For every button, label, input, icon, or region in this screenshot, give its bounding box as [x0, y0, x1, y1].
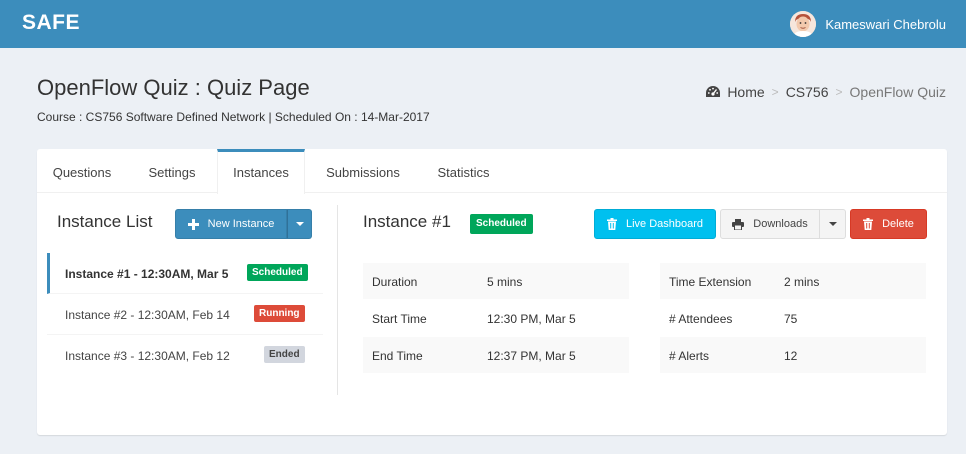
table-value: 5 mins: [487, 275, 523, 289]
delete-button[interactable]: Delete: [850, 209, 927, 239]
table-key: Duration: [372, 275, 418, 289]
avatar[interactable]: [790, 11, 817, 37]
table-key: # Alerts: [669, 349, 710, 363]
instance-timing-table: Duration 5 mins Start Time 12:30 PM, Mar…: [363, 263, 629, 374]
new-instance-dropdown-toggle[interactable]: [287, 209, 312, 239]
instance-list: Instance #1 - 12:30AM, Mar 5 Scheduled I…: [47, 253, 323, 376]
instance-label: Instance #1 - 12:30AM, Mar 5: [65, 267, 229, 281]
dashboard-icon: [705, 85, 721, 99]
breadcrumb-current: OpenFlow Quiz: [849, 84, 946, 100]
page-subtitle: Course : CS756 Software Defined Network …: [37, 110, 430, 124]
tab-statistics[interactable]: Statistics: [421, 149, 506, 193]
table-key: Start Time: [372, 312, 427, 326]
delete-label: Delete: [882, 218, 914, 230]
status-badge: Ended: [264, 346, 305, 363]
table-key: # Attendees: [669, 312, 733, 326]
tab-instances[interactable]: Instances: [217, 149, 305, 194]
trash-icon: [606, 218, 617, 230]
table-key: End Time: [372, 349, 423, 363]
caret-down-icon: [295, 222, 304, 226]
print-icon: [732, 218, 745, 230]
caret-down-icon: [828, 222, 837, 226]
live-dashboard-button[interactable]: Live Dashboard: [594, 209, 716, 239]
table-row: Start Time 12:30 PM, Mar 5: [363, 300, 629, 337]
instance-list-item[interactable]: Instance #3 - 12:30AM, Feb 12 Ended: [47, 335, 323, 376]
table-value: 2 mins: [784, 275, 820, 289]
table-row: # Attendees 75: [660, 300, 926, 337]
status-badge: Scheduled: [247, 264, 308, 281]
user-menu[interactable]: Kameswari Chebrolu: [790, 11, 946, 37]
table-row: End Time 12:37 PM, Mar 5: [363, 337, 629, 374]
breadcrumb-home[interactable]: Home: [727, 84, 764, 100]
plus-icon: [187, 218, 199, 230]
tab-bar: Questions Settings Instances Submissions…: [37, 149, 947, 194]
quiz-card: Questions Settings Instances Submissions…: [37, 149, 947, 435]
downloads-dropdown-toggle[interactable]: [820, 209, 846, 239]
instance-label: Instance #3 - 12:30AM, Feb 12: [65, 349, 230, 363]
breadcrumb: Home > CS756 > OpenFlow Quiz: [705, 84, 946, 100]
instance-title: Instance #1: [363, 212, 451, 231]
instance-list-item[interactable]: Instance #2 - 12:30AM, Feb 14 Running: [47, 294, 323, 335]
breadcrumb-separator: >: [835, 85, 843, 99]
downloads-button[interactable]: Downloads: [720, 209, 820, 239]
user-name[interactable]: Kameswari Chebrolu: [825, 17, 946, 32]
column-divider: [337, 205, 338, 395]
breadcrumb-separator: >: [771, 85, 779, 99]
instance-list-title: Instance List: [57, 212, 153, 231]
table-row: Time Extension 2 mins: [660, 263, 926, 300]
page-title: OpenFlow Quiz : Quiz Page: [37, 75, 310, 100]
instance-label: Instance #2 - 12:30AM, Feb 14: [65, 308, 230, 322]
status-badge: Scheduled: [470, 214, 533, 234]
instance-list-item[interactable]: Instance #1 - 12:30AM, Mar 5 Scheduled: [47, 253, 323, 294]
table-key: Time Extension: [669, 275, 752, 289]
new-instance-button[interactable]: New Instance: [175, 209, 287, 239]
table-value: 12: [784, 349, 798, 363]
breadcrumb-course[interactable]: CS756: [786, 84, 829, 100]
instance-stats-table: Time Extension 2 mins # Attendees 75 # A…: [660, 263, 926, 374]
table-value: 12:37 PM, Mar 5: [487, 349, 576, 363]
trash-icon: [863, 218, 874, 230]
tab-settings[interactable]: Settings: [127, 149, 217, 193]
downloads-label: Downloads: [753, 218, 808, 230]
table-row: Duration 5 mins: [363, 263, 629, 300]
brand-logo[interactable]: SAFE: [22, 11, 80, 35]
table-value: 75: [784, 312, 798, 326]
status-badge: Running: [254, 305, 305, 322]
top-navbar: SAFE Kameswari Chebrolu: [0, 0, 966, 48]
table-value: 12:30 PM, Mar 5: [487, 312, 576, 326]
tab-questions[interactable]: Questions: [37, 149, 127, 193]
live-dashboard-label: Live Dashboard: [625, 218, 704, 230]
table-row: # Alerts 12: [660, 337, 926, 374]
new-instance-label: New Instance: [207, 218, 275, 230]
tab-submissions[interactable]: Submissions: [305, 149, 421, 193]
